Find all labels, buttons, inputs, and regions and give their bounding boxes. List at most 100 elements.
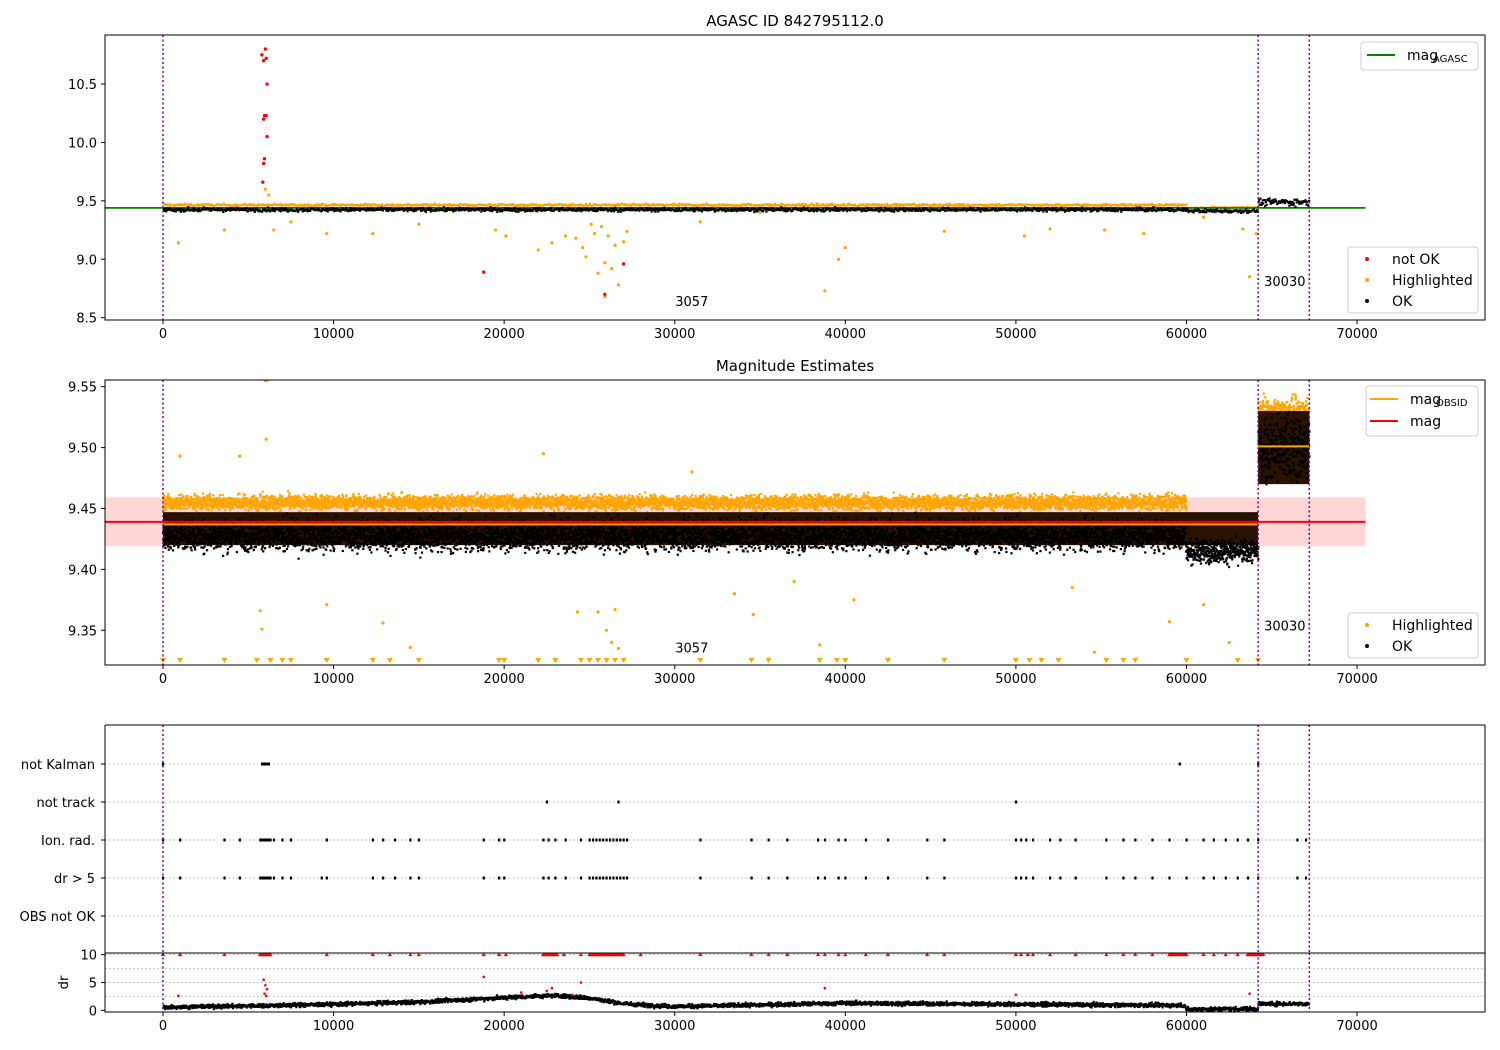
data-point [843,245,847,250]
data-point [671,204,674,207]
data-point [264,56,268,61]
data-point [435,498,438,501]
data-point [253,494,256,497]
data-point [179,210,182,213]
data-point [1284,201,1287,205]
data-point [356,509,359,512]
data-point [261,117,266,121]
data-point [490,500,493,503]
data-point [305,508,308,511]
data-point [302,493,305,496]
data-point [1201,215,1206,219]
data-point [197,496,200,499]
data-point [1024,206,1027,209]
data-point [314,494,318,497]
legend-marker [1365,278,1369,282]
data-point [392,492,395,495]
data-point [418,500,422,503]
data-point [259,493,262,496]
data-point [265,134,269,139]
data-point [494,228,498,232]
x-tick-label: 40000 [825,327,866,342]
data-point [373,495,376,498]
data-point [1121,202,1125,206]
data-point [263,187,267,191]
data-point [505,504,509,508]
data-point [563,234,568,238]
data-point [427,505,431,509]
data-point [536,248,540,252]
data-point [654,210,657,213]
data-point [168,207,172,210]
data-point [765,210,768,213]
data-point [261,180,265,184]
data-point [164,508,167,511]
data-point [264,113,268,118]
data-point [473,494,476,498]
data-point [475,509,478,512]
chart-title: AGASC ID 842795112.0 [706,12,884,30]
data-point [614,206,617,209]
data-point [182,495,185,498]
data-point [420,498,423,501]
data-point [250,507,253,510]
data-point [979,210,982,213]
plot-area [105,380,1366,665]
data-point [1268,197,1271,200]
data-point [1290,203,1293,206]
data-point [440,508,444,511]
data-point [352,493,355,496]
data-point [492,509,496,512]
data-point [1185,203,1188,206]
data-point [589,222,593,226]
data-point [484,493,487,496]
data-point [1048,227,1052,231]
data-point [496,210,499,214]
data-point [1264,200,1268,204]
data-point [836,257,841,261]
data-point [266,206,270,209]
data-point [265,82,269,86]
data-point [1294,205,1297,208]
data-point [1289,200,1292,203]
data-point [179,507,183,511]
data-point [341,493,344,496]
data-point [255,497,259,501]
data-point [387,492,390,495]
observation-annotation: 3057 [675,295,708,310]
data-point [195,509,198,513]
data-point [771,207,774,210]
data-point [346,507,350,511]
data-point [1245,208,1248,211]
data-point [1081,206,1084,209]
data-point [298,495,301,498]
data-point [186,495,189,498]
data-point [400,506,404,509]
data-point [833,206,837,209]
data-point [202,492,205,495]
data-point [224,508,227,512]
data-point [1259,197,1262,200]
data-point [183,507,186,510]
data-point [450,496,453,499]
data-point [1241,227,1245,231]
data-point [656,208,659,211]
data-point [469,497,472,500]
data-point [448,507,451,510]
data-point [351,495,354,498]
data-point [472,508,475,511]
data-point [550,207,553,210]
data-point [413,496,416,499]
data-point [420,209,423,213]
data-point [759,207,763,210]
data-point [485,507,488,510]
data-point [323,501,326,504]
data-point [321,495,324,498]
data-point [619,210,622,214]
data-point [312,507,315,510]
data-point [369,496,372,499]
data-point [317,508,320,511]
data-point [550,241,554,245]
data-point [477,509,481,512]
data-point [185,507,188,510]
